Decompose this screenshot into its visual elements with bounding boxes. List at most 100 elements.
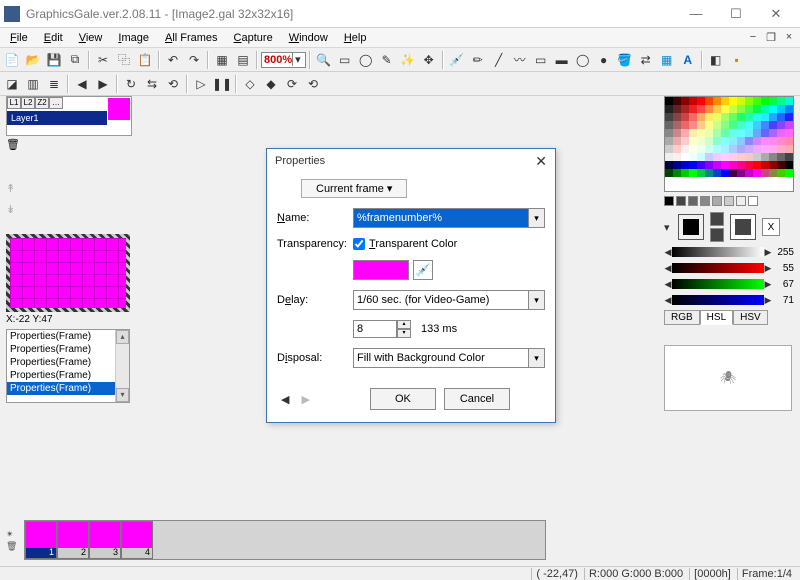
- mdi-restore[interactable]: ❐: [762, 31, 780, 44]
- background-swatch[interactable]: [730, 214, 756, 240]
- layers-icon[interactable]: ≣: [44, 74, 64, 94]
- frame-2[interactable]: 2: [57, 521, 89, 559]
- zoom-display[interactable]: 800%▾: [261, 52, 306, 68]
- frame-4[interactable]: 4: [121, 521, 153, 559]
- layer-row[interactable]: Layer1: [7, 111, 107, 125]
- oval-icon[interactable]: ◯: [573, 50, 593, 70]
- layer-tab-4[interactable]: …: [49, 97, 63, 109]
- color-palette[interactable]: [664, 96, 794, 192]
- select-oval-icon[interactable]: ◯: [356, 50, 376, 70]
- disposal-combo[interactable]: [353, 348, 529, 368]
- history-item[interactable]: Properties(Frame): [7, 330, 129, 343]
- ok-button[interactable]: OK: [370, 388, 436, 410]
- transparent-checkbox[interactable]: Transparent Color: [353, 238, 457, 250]
- pattern-icon[interactable]: ▦: [657, 50, 677, 70]
- wand-icon[interactable]: ✨: [398, 50, 418, 70]
- new-icon[interactable]: 📄: [2, 50, 22, 70]
- swatch[interactable]: [712, 196, 722, 206]
- select-rect-icon[interactable]: ▭: [335, 50, 355, 70]
- rect-icon[interactable]: ▭: [531, 50, 551, 70]
- trash-icon[interactable]: 🗑: [6, 138, 22, 154]
- transparent-check-input[interactable]: [353, 238, 365, 250]
- curve-icon[interactable]: 〰: [510, 50, 530, 70]
- menu-file[interactable]: File: [2, 30, 36, 46]
- name-input[interactable]: [353, 208, 529, 228]
- eyedropper-button[interactable]: 💉: [413, 260, 433, 280]
- close-button[interactable]: ✕: [756, 2, 796, 26]
- frame-3[interactable]: 3: [89, 521, 121, 559]
- delay-combo[interactable]: [353, 290, 529, 310]
- disposal-dropdown-icon[interactable]: ▾: [529, 348, 545, 368]
- maximize-button[interactable]: ☐: [716, 2, 756, 26]
- swatch[interactable]: [700, 196, 710, 206]
- minimize-button[interactable]: —: [676, 2, 716, 26]
- tab-rgb[interactable]: RGB: [664, 310, 700, 325]
- bucket-icon[interactable]: 🪣: [615, 50, 635, 70]
- swatch[interactable]: [724, 196, 734, 206]
- last-frame-icon[interactable]: ▶: [93, 74, 113, 94]
- frame-1[interactable]: 1: [25, 521, 57, 559]
- paste-icon[interactable]: 📋: [135, 50, 155, 70]
- layer-tab-1[interactable]: L1: [7, 97, 21, 109]
- frame-tool-icon[interactable]: ✴: [6, 529, 20, 539]
- grid2-icon[interactable]: ▤: [233, 50, 253, 70]
- menu-capture[interactable]: Capture: [226, 30, 281, 46]
- tab-hsl[interactable]: HSL: [700, 310, 733, 325]
- tab-hsv[interactable]: HSV: [733, 310, 768, 325]
- swatch-dropdown-icon[interactable]: ▾: [664, 221, 672, 234]
- mini-swatch[interactable]: [710, 212, 724, 226]
- undo-icon[interactable]: ↶: [163, 50, 183, 70]
- menu-edit[interactable]: Edit: [36, 30, 71, 46]
- history-item[interactable]: Properties(Frame): [7, 382, 129, 395]
- flip-v-icon[interactable]: ◆: [261, 74, 281, 94]
- swatch[interactable]: [748, 196, 758, 206]
- first-frame-icon[interactable]: ◀: [72, 74, 92, 94]
- swap-color-icon[interactable]: ⇄: [636, 50, 656, 70]
- dialog-close-icon[interactable]: ✕: [535, 153, 547, 170]
- name-dropdown-icon[interactable]: ▾: [529, 208, 545, 228]
- next-frame-icon[interactable]: ▶: [301, 393, 309, 406]
- spin-up-icon[interactable]: ▴: [397, 320, 411, 329]
- prev-frame-icon[interactable]: ◀: [281, 393, 289, 406]
- swatch[interactable]: [664, 196, 674, 206]
- gray-slider[interactable]: ◀▶255: [664, 246, 794, 258]
- b-slider[interactable]: ◀▶71: [664, 294, 794, 306]
- grid-icon[interactable]: ▦: [212, 50, 232, 70]
- spin-down-icon[interactable]: ▾: [397, 329, 411, 338]
- menu-view[interactable]: View: [71, 30, 111, 46]
- mini-swatch[interactable]: [710, 228, 724, 242]
- onion-icon[interactable]: ◪: [2, 74, 22, 94]
- rotate-icon[interactable]: ⟳: [282, 74, 302, 94]
- dialog-titlebar[interactable]: Properties ✕: [267, 149, 555, 173]
- redo-icon[interactable]: ↷: [184, 50, 204, 70]
- history-scrollbar[interactable]: ▴ ▾: [115, 330, 129, 402]
- current-frame-tab[interactable]: Current frame ▾: [301, 179, 407, 198]
- mdi-minimize[interactable]: −: [744, 31, 762, 44]
- foreground-swatch[interactable]: [678, 214, 704, 240]
- pencil-icon[interactable]: ✏: [468, 50, 488, 70]
- play-icon[interactable]: ▷: [191, 74, 211, 94]
- text-icon[interactable]: A: [678, 50, 698, 70]
- filloval-icon[interactable]: ●: [594, 50, 614, 70]
- menu-allframes[interactable]: All Frames: [157, 30, 226, 46]
- swap-colors-button[interactable]: X: [762, 218, 780, 236]
- g-slider[interactable]: ◀▶67: [664, 278, 794, 290]
- history-item[interactable]: Properties(Frame): [7, 356, 129, 369]
- saveall-icon[interactable]: ⧉: [65, 50, 85, 70]
- swatch[interactable]: [688, 196, 698, 206]
- open-icon[interactable]: 📂: [23, 50, 43, 70]
- antialias-icon[interactable]: ◧: [706, 50, 726, 70]
- delay-dropdown-icon[interactable]: ▾: [529, 290, 545, 310]
- history-item[interactable]: Properties(Frame): [7, 369, 129, 382]
- move-icon[interactable]: ✥: [419, 50, 439, 70]
- save-icon[interactable]: 💾: [44, 50, 64, 70]
- menu-window[interactable]: Window: [281, 30, 336, 46]
- cancel-button[interactable]: Cancel: [444, 388, 510, 410]
- swatch[interactable]: [676, 196, 686, 206]
- pause-icon[interactable]: ❚❚: [212, 74, 232, 94]
- delay-spinner[interactable]: ▴▾: [353, 320, 411, 338]
- snap-icon[interactable]: ▪: [727, 50, 747, 70]
- layer-thumb[interactable]: [108, 98, 130, 120]
- cut-icon[interactable]: ✂: [93, 50, 113, 70]
- scroll-down-icon[interactable]: ▾: [116, 388, 129, 402]
